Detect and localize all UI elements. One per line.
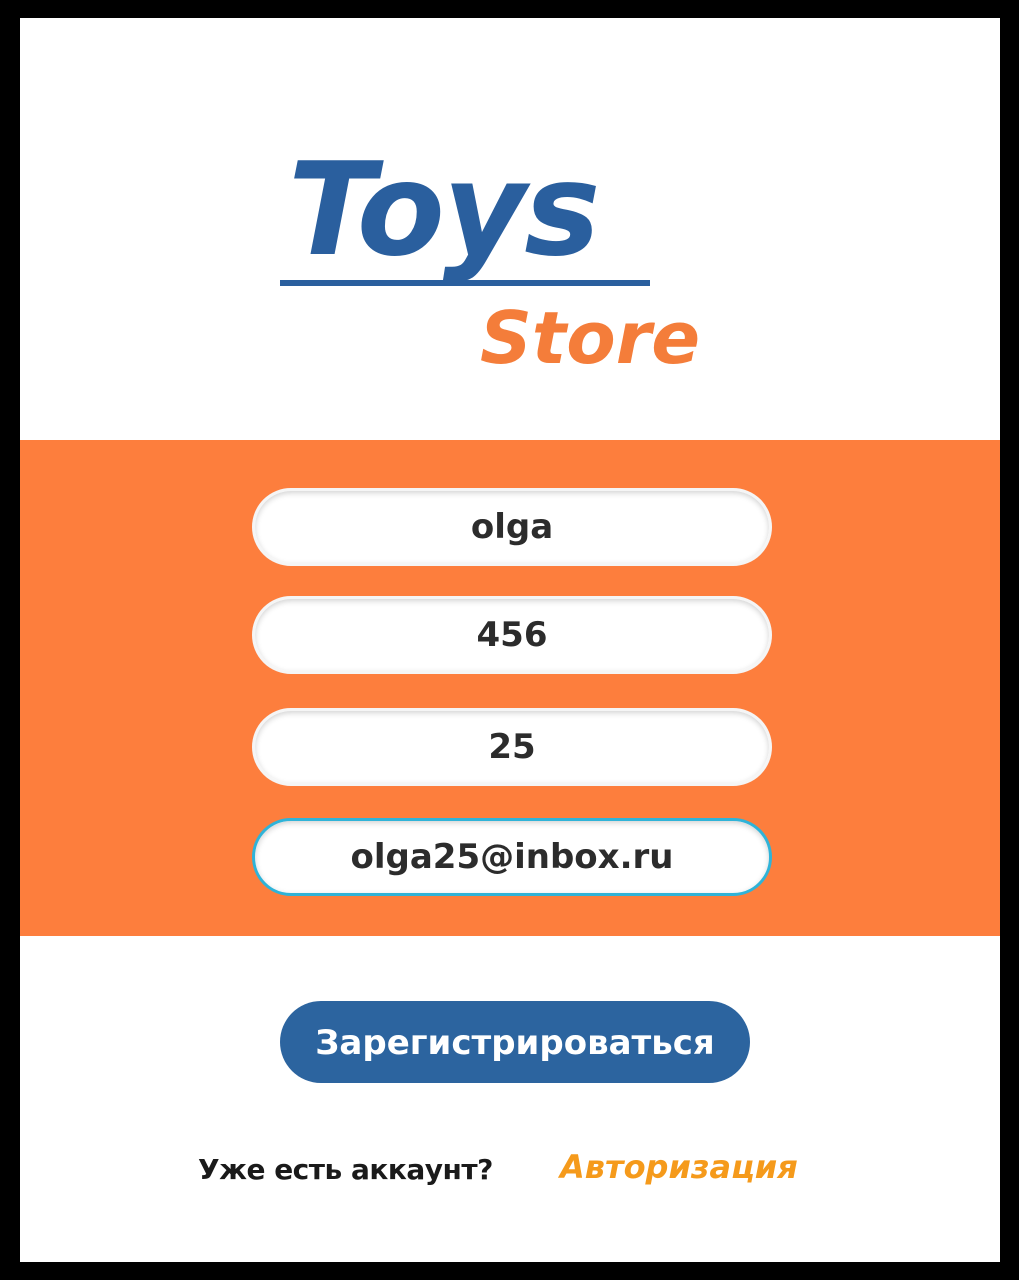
login-link[interactable]: Авторизация <box>560 1146 798 1188</box>
registration-form <box>20 440 1000 936</box>
register-button[interactable]: Зарегистрироваться <box>280 1001 750 1083</box>
registration-window: Toys Store Зарегистрироваться Уже есть а… <box>20 18 1000 1262</box>
already-have-account-text: Уже есть аккаунт? <box>198 1153 493 1186</box>
email-field[interactable] <box>252 818 772 896</box>
age-field[interactable] <box>252 708 772 786</box>
logo-subtitle: Store <box>480 296 701 380</box>
toys-store-logo: Toys Store <box>20 18 1000 438</box>
logo-underline <box>280 280 650 286</box>
logo-title: Toys <box>288 136 600 285</box>
username-field[interactable] <box>252 488 772 566</box>
password-field[interactable] <box>252 596 772 674</box>
